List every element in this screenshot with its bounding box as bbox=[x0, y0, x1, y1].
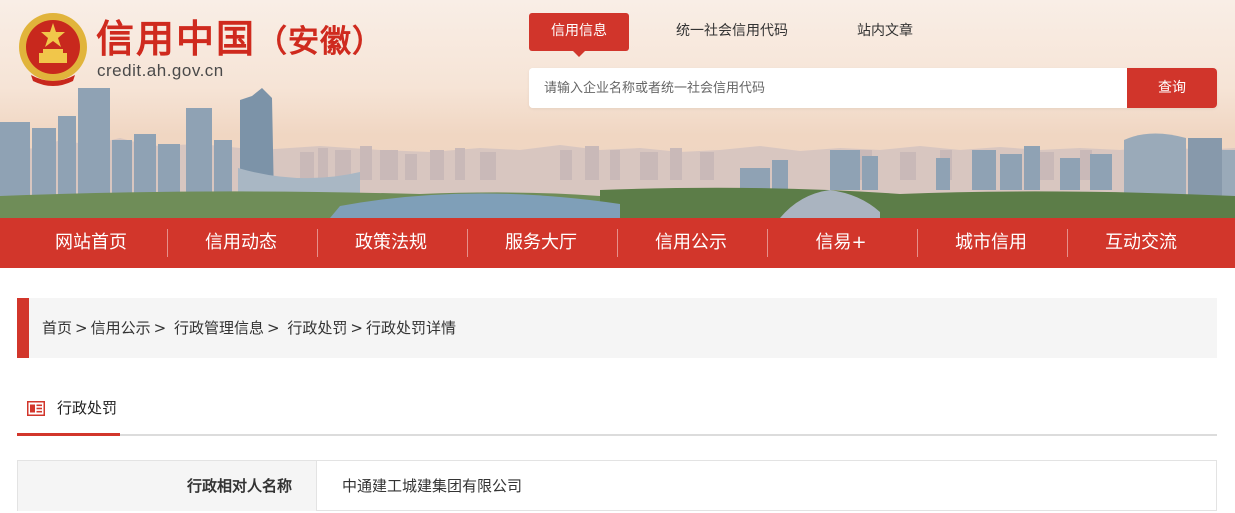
document-list-icon bbox=[27, 401, 45, 416]
nav-item-home[interactable]: 网站首页 bbox=[16, 218, 166, 268]
penalty-detail-table: 行政相对人名称 中通建工城建集团有限公司 bbox=[17, 460, 1217, 511]
main-nav: 网站首页 信用动态 政策法规 服务大厅 信用公示 信易+ 城市信用 互动交流 bbox=[0, 218, 1235, 268]
site-header: 信用中国（安徽） credit.ah.gov.cn 信用信息 统一社会信用代码 … bbox=[0, 0, 1235, 218]
breadcrumb-admin-penalty[interactable]: 行政处罚 bbox=[287, 319, 347, 337]
breadcrumb-admin-info[interactable]: 行政管理信息 bbox=[174, 319, 264, 337]
breadcrumb-home[interactable]: 首页 bbox=[42, 319, 72, 337]
tab-admin-penalty[interactable]: 行政处罚 bbox=[17, 386, 120, 436]
tab-unified-credit-code[interactable]: 统一社会信用代码 bbox=[663, 13, 801, 51]
breadcrumb-separator: > bbox=[153, 319, 167, 337]
nav-item-credit-news[interactable]: 信用动态 bbox=[166, 218, 316, 268]
nav-item-xinyi-plus[interactable]: 信易+ bbox=[766, 218, 916, 268]
field-value: 中通建工城建集团有限公司 bbox=[342, 477, 523, 495]
tab-site-articles[interactable]: 站内文章 bbox=[843, 13, 927, 51]
breadcrumb-penalty-detail: 行政处罚详情 bbox=[365, 319, 456, 337]
search-input[interactable] bbox=[529, 68, 1127, 108]
breadcrumb-credit-disclosure[interactable]: 信用公示 bbox=[91, 319, 151, 337]
section-tab-label: 行政处罚 bbox=[57, 399, 118, 417]
search-button[interactable]: 查询 bbox=[1127, 68, 1217, 108]
section-tab-bar: 行政处罚 bbox=[17, 386, 1217, 436]
nav-item-city-credit[interactable]: 城市信用 bbox=[916, 218, 1066, 268]
nav-item-service-hall[interactable]: 服务大厅 bbox=[466, 218, 616, 268]
nav-item-credit-disclosure[interactable]: 信用公示 bbox=[616, 218, 766, 268]
site-domain: credit.ah.gov.cn bbox=[97, 61, 224, 80]
breadcrumb: 首页 > 信用公示 > 行政管理信息 > 行政处罚 > 行政处罚详情 bbox=[17, 298, 1217, 358]
breadcrumb-separator: > bbox=[75, 319, 88, 337]
breadcrumb-separator: > bbox=[350, 319, 363, 337]
national-emblem-icon bbox=[19, 13, 87, 86]
breadcrumb-separator: > bbox=[266, 319, 280, 337]
breadcrumb-accent-bar bbox=[17, 298, 29, 358]
tab-credit-info[interactable]: 信用信息 bbox=[529, 13, 629, 57]
field-label: 行政相对人名称 bbox=[18, 461, 317, 511]
search-box: 查询 bbox=[529, 68, 1217, 108]
nav-item-interaction[interactable]: 互动交流 bbox=[1066, 218, 1216, 268]
breadcrumb-trail: 首页 > 信用公示 > 行政管理信息 > 行政处罚 > 行政处罚详情 bbox=[42, 298, 456, 358]
nav-item-policies[interactable]: 政策法规 bbox=[316, 218, 466, 268]
table-row: 行政相对人名称 中通建工城建集团有限公司 bbox=[18, 461, 1216, 511]
site-title[interactable]: 信用中国（安徽） bbox=[96, 14, 384, 67]
